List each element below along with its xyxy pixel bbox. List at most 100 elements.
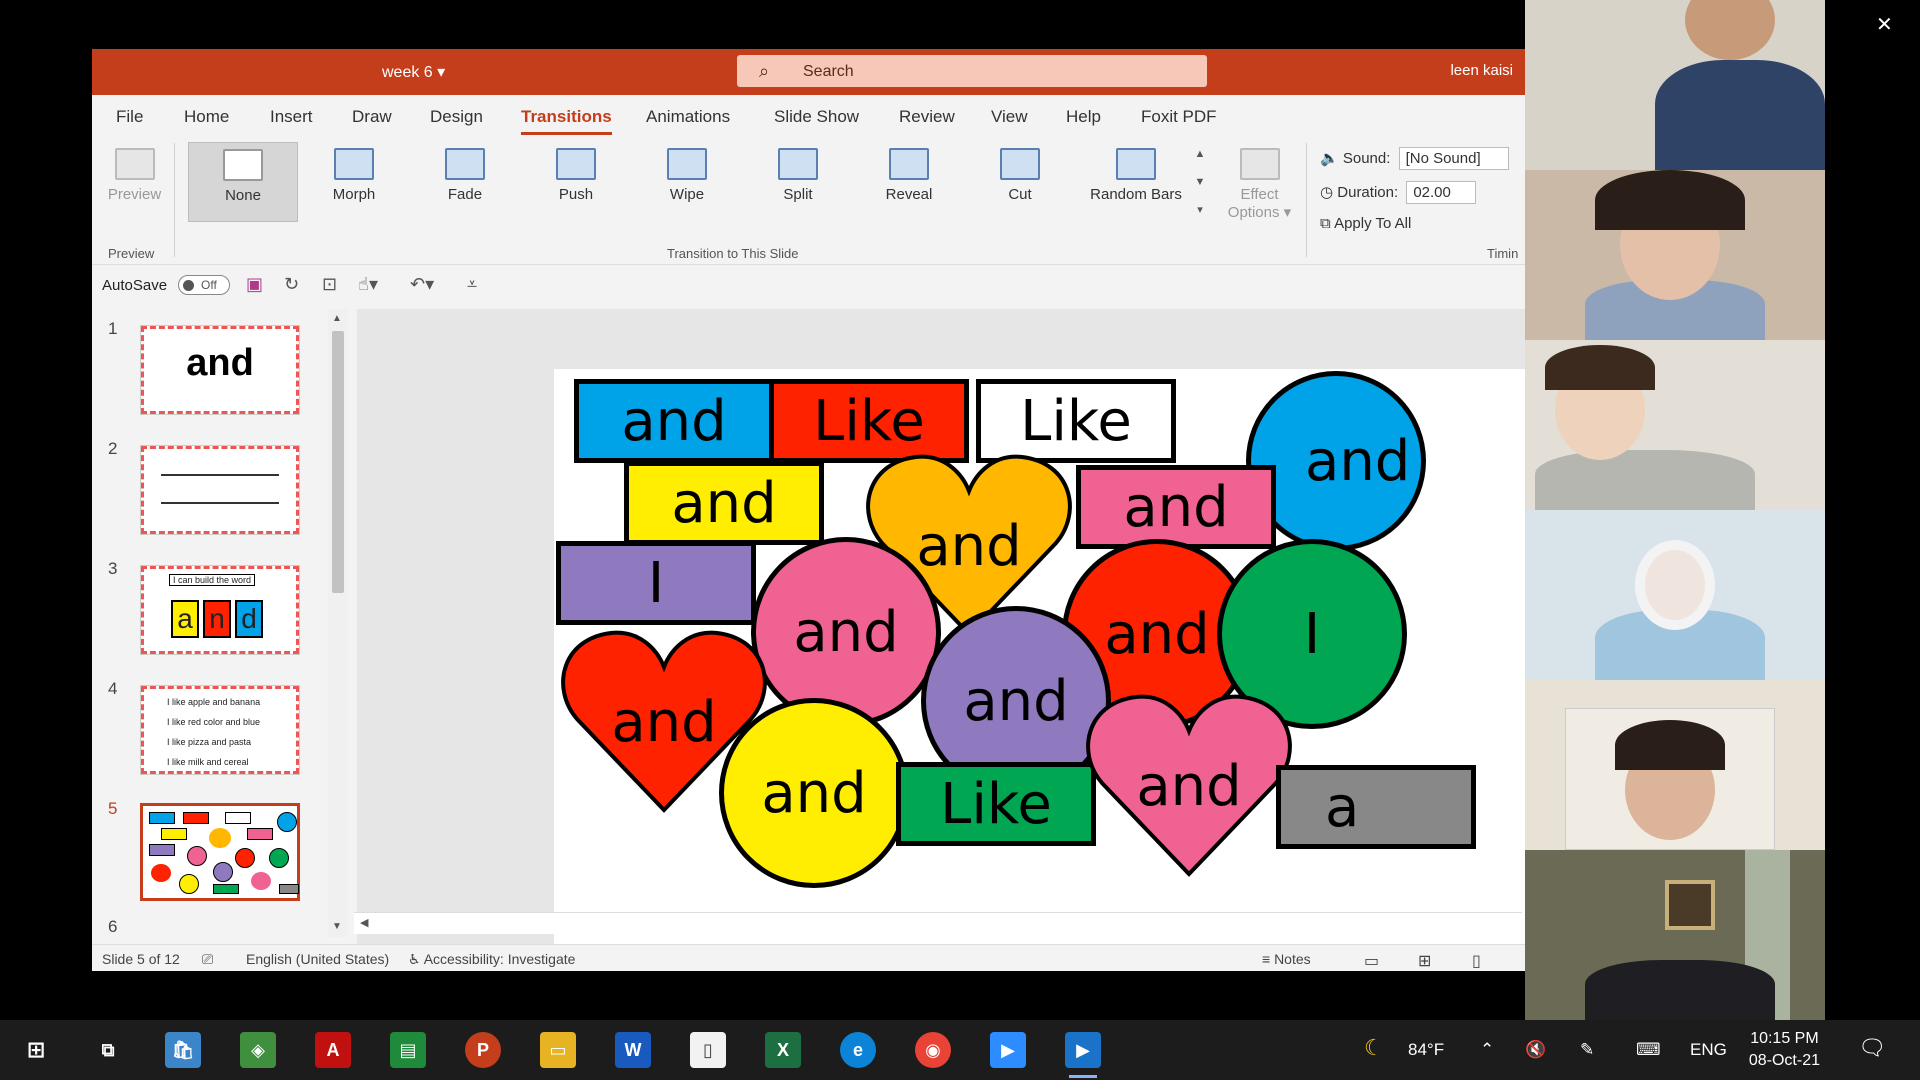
transition-none[interactable]: None: [188, 142, 298, 222]
clock-icon: ◷: [1320, 184, 1334, 201]
gallery-down-icon[interactable]: ▼: [1191, 169, 1209, 195]
menu-transitions[interactable]: Transitions: [521, 107, 612, 135]
word-heart[interactable]: and: [1084, 691, 1294, 881]
language-status[interactable]: English (United States): [246, 951, 389, 967]
excel-icon[interactable]: X: [765, 1032, 801, 1068]
document-title[interactable]: week 6 ▾: [382, 62, 445, 82]
participant-video[interactable]: [1525, 170, 1825, 340]
redo-icon[interactable]: ↻: [284, 274, 299, 295]
scroll-up-icon[interactable]: ▲: [332, 313, 342, 324]
transition-push[interactable]: Push: [521, 142, 631, 222]
store-icon[interactable]: 🛍: [165, 1032, 201, 1068]
temperature[interactable]: 84°F: [1408, 1040, 1444, 1060]
apply-to-all-button[interactable]: ⧉ Apply To All: [1320, 215, 1411, 232]
horizontal-scrollbar[interactable]: ◀: [354, 912, 1522, 934]
thumbnail-scrollbar[interactable]: ▲ ▼: [328, 309, 348, 937]
menu-view[interactable]: View: [991, 107, 1028, 127]
participant-video[interactable]: [1525, 0, 1825, 170]
preview-button[interactable]: Preview: [92, 142, 177, 222]
transition-wipe[interactable]: Wipe: [632, 142, 742, 222]
notifications-icon[interactable]: 🗨: [1858, 1035, 1886, 1061]
zoom-icon[interactable]: ▶: [990, 1032, 1026, 1068]
search-box[interactable]: ⌕ Search: [737, 55, 1207, 87]
menu-file[interactable]: File: [116, 107, 143, 127]
slide-thumbnail-1[interactable]: and: [140, 325, 300, 415]
menu-animations[interactable]: Animations: [646, 107, 730, 127]
touch-mode-icon[interactable]: ☝▾: [358, 274, 378, 295]
participant-video[interactable]: [1525, 340, 1825, 510]
autosave-toggle[interactable]: Off: [178, 275, 230, 295]
transition-random-bars[interactable]: Random Bars: [1076, 142, 1196, 222]
word-circle[interactable]: and: [719, 698, 909, 888]
transition-reveal[interactable]: Reveal: [854, 142, 964, 222]
menu-home[interactable]: Home: [184, 107, 229, 127]
undo-icon[interactable]: ↶▾: [410, 274, 434, 295]
spellcheck-icon[interactable]: ⎚: [202, 951, 213, 968]
word-card[interactable]: and: [624, 461, 824, 545]
current-slide[interactable]: and Like Like and and and and I and and …: [554, 369, 1525, 944]
keyboard-icon[interactable]: ⌨: [1636, 1040, 1661, 1060]
present-icon[interactable]: ⊡: [322, 274, 337, 295]
menu-design[interactable]: Design: [430, 107, 483, 127]
transition-split[interactable]: Split: [743, 142, 853, 222]
weather-icon[interactable]: ☾: [1364, 1035, 1384, 1061]
effect-options-button[interactable]: Effect Options ▾: [1217, 142, 1302, 222]
duration-input[interactable]: 02.00: [1406, 181, 1477, 204]
menu-draw[interactable]: Draw: [352, 107, 392, 127]
word-card[interactable]: I: [556, 541, 756, 625]
scroll-thumb[interactable]: [332, 331, 344, 593]
customize-qat-icon[interactable]: ⩡: [467, 274, 477, 295]
accessibility-status[interactable]: ♿ Accessibility: Investigate: [408, 951, 575, 968]
word-circle[interactable]: and: [751, 537, 941, 727]
normal-view-icon[interactable]: ▭: [1364, 951, 1379, 971]
game-app-icon[interactable]: ◈: [240, 1032, 276, 1068]
word-card[interactable]: Like: [896, 762, 1096, 846]
clock[interactable]: 10:15 PM 08-Oct-21: [1749, 1028, 1820, 1072]
volume-muted-icon[interactable]: 🔇: [1525, 1040, 1546, 1060]
slide-thumbnail-4[interactable]: I like apple and banana I like red color…: [140, 685, 300, 775]
media-player-icon[interactable]: ▶: [1065, 1032, 1101, 1078]
transition-morph[interactable]: Morph: [299, 142, 409, 222]
notes-button[interactable]: ≡ Notes: [1262, 951, 1311, 967]
edge-icon[interactable]: e: [840, 1032, 876, 1068]
sheets-icon[interactable]: ▤: [390, 1032, 426, 1068]
menu-help[interactable]: Help: [1066, 107, 1101, 127]
slide-thumbnail-2[interactable]: [140, 445, 300, 535]
notepad-icon[interactable]: ▯: [690, 1032, 726, 1068]
word-card[interactable]: and: [1076, 465, 1276, 549]
chrome-icon[interactable]: ◉: [915, 1032, 951, 1068]
acrobat-icon[interactable]: A: [315, 1032, 351, 1068]
menu-slide-show[interactable]: Slide Show: [774, 107, 859, 127]
menu-foxit-pdf[interactable]: Foxit PDF: [1141, 107, 1217, 127]
transition-cut[interactable]: Cut: [965, 142, 1075, 222]
gallery-up-icon[interactable]: ▲: [1191, 141, 1209, 167]
file-explorer-icon[interactable]: ▭: [540, 1032, 576, 1068]
word-card[interactable]: a: [1276, 765, 1476, 849]
gallery-more-icon[interactable]: ▾: [1191, 197, 1209, 223]
scroll-left-icon[interactable]: ◀: [360, 916, 368, 929]
participant-video[interactable]: [1525, 850, 1825, 1020]
language-indicator[interactable]: ENG: [1690, 1040, 1727, 1060]
slide-sorter-icon[interactable]: ⊞: [1418, 951, 1431, 971]
menu-review[interactable]: Review: [899, 107, 955, 127]
close-icon[interactable]: ✕: [1876, 12, 1893, 37]
participant-video[interactable]: [1525, 680, 1825, 850]
slide-thumbnail-3[interactable]: I can build the word a n d: [140, 565, 300, 655]
transition-fade[interactable]: Fade: [410, 142, 520, 222]
scroll-down-icon[interactable]: ▼: [332, 921, 342, 932]
user-name[interactable]: leen kaisi: [1450, 62, 1513, 79]
sound-select[interactable]: [No Sound]: [1398, 147, 1509, 170]
participant-video[interactable]: [1525, 510, 1825, 680]
pen-icon[interactable]: ✎: [1580, 1040, 1594, 1060]
word-icon[interactable]: W: [615, 1032, 651, 1068]
powerpoint-icon[interactable]: P: [465, 1032, 501, 1068]
thumb-number: 6: [108, 917, 118, 936]
task-view-icon[interactable]: ⧉: [90, 1032, 126, 1068]
reading-view-icon[interactable]: ▯: [1472, 951, 1481, 971]
save-icon[interactable]: ▣: [246, 274, 263, 295]
word-card[interactable]: and: [574, 379, 774, 463]
slide-thumbnail-5[interactable]: [140, 803, 300, 901]
show-hidden-icons-icon[interactable]: ⌃: [1480, 1040, 1494, 1060]
menu-insert[interactable]: Insert: [270, 107, 313, 127]
windows-start-icon[interactable]: ⊞: [18, 1032, 54, 1068]
